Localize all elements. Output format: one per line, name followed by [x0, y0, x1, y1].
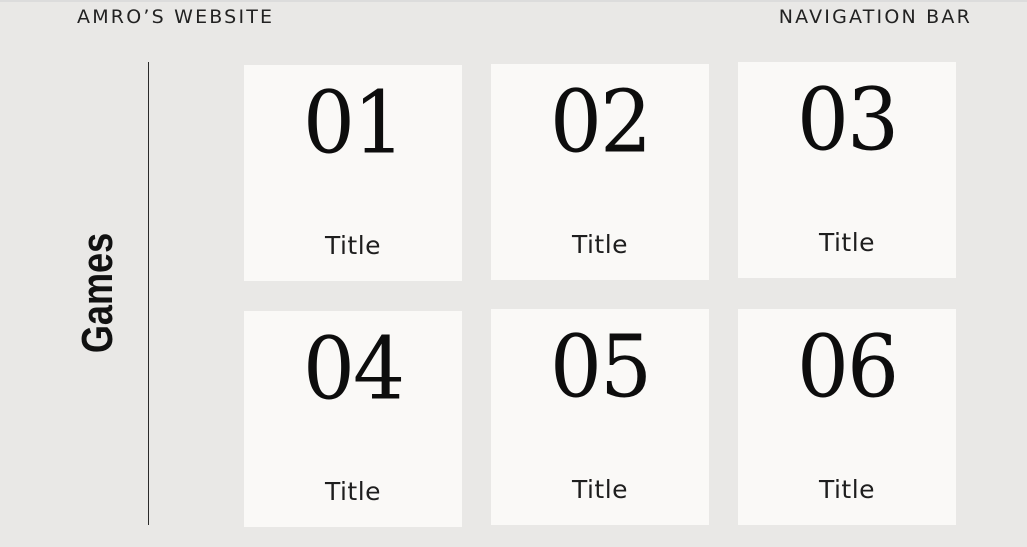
game-card-2[interactable]: 02 Title	[491, 64, 709, 280]
section-title-text: Games	[73, 232, 122, 354]
vertical-divider	[148, 62, 149, 525]
card-number: 05	[549, 317, 652, 418]
card-title: Title	[571, 230, 629, 259]
section-title: Games	[73, 220, 123, 367]
game-card-3[interactable]: 03 Title	[738, 62, 956, 278]
card-number: 03	[796, 70, 899, 171]
card-number: 02	[549, 72, 652, 173]
card-number: 01	[302, 73, 405, 174]
card-title: Title	[818, 228, 876, 257]
game-card-1[interactable]: 01 Title	[244, 65, 462, 281]
game-card-4[interactable]: 04 Title	[244, 311, 462, 527]
card-title: Title	[324, 231, 382, 260]
game-card-5[interactable]: 05 Title	[491, 309, 709, 525]
card-number: 04	[302, 319, 405, 420]
card-number: 06	[796, 317, 899, 418]
card-title: Title	[818, 475, 876, 504]
card-title: Title	[571, 475, 629, 504]
top-border	[0, 0, 1027, 2]
site-brand[interactable]: AMRO’S WEBSITE	[77, 6, 274, 28]
game-card-6[interactable]: 06 Title	[738, 309, 956, 525]
card-title: Title	[324, 477, 382, 506]
navigation-bar-label[interactable]: NAVIGATION BAR	[779, 6, 972, 28]
